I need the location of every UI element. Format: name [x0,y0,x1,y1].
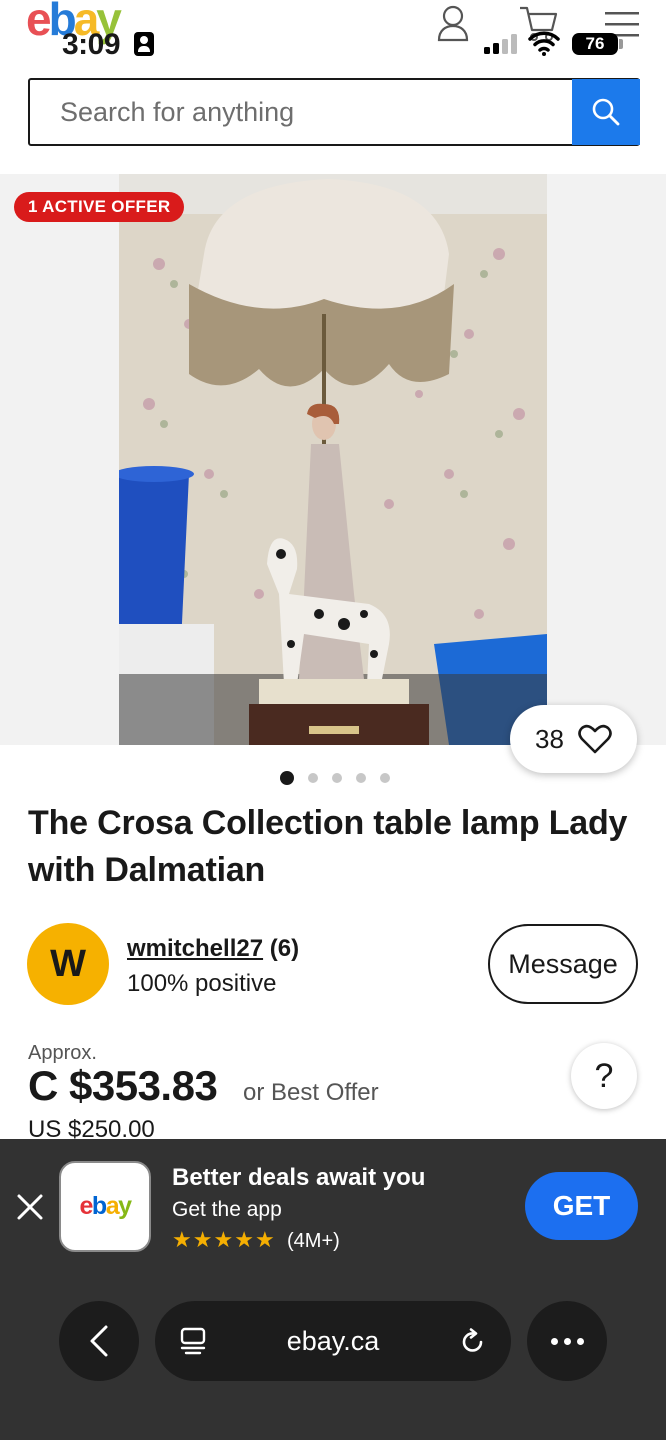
seller-avatar[interactable]: W [27,923,109,1005]
listing-title: The Crosa Collection table lamp Lady wit… [28,804,628,889]
browser-back-button[interactable] [59,1301,139,1381]
gallery-pagination[interactable] [0,770,666,786]
focus-mode-icon [134,32,154,56]
gallery-dot[interactable] [380,773,390,783]
price-amount: C $353.83 [28,1062,218,1109]
wifi-icon [528,31,560,56]
seller-feedback-count: (6) [269,935,300,962]
cellular-signal-icon [484,34,517,54]
close-icon[interactable] [14,1191,46,1223]
banner-title: Better deals await you [172,1164,426,1191]
search-icon [592,98,620,126]
seller-feedback-percent: 100% positive [127,970,277,997]
header: ebay 3:09 76 [0,0,666,70]
gallery-dot[interactable] [332,773,342,783]
star-icon: ★ [172,1227,192,1252]
product-photo[interactable] [119,174,547,745]
star-icon: ★ [213,1227,234,1252]
seller-info: wmitchell27 (6) [127,935,299,963]
search-button[interactable] [572,79,640,145]
app-logo-letter-b: b [91,1192,107,1220]
user-icon[interactable] [436,4,470,42]
battery-cap [619,39,623,49]
star-icon: ★ [234,1227,254,1252]
app-logo-letter-e: e [79,1192,94,1220]
message-seller-button[interactable]: Message [488,924,638,1004]
reload-icon[interactable] [459,1328,487,1356]
gallery-dot[interactable] [308,773,318,783]
banner-subtitle: Get the app [172,1198,282,1221]
search-bar [28,78,640,146]
watch-count: 38 [535,723,564,754]
star-icon: ★ [192,1227,213,1252]
chevron-left-icon [90,1325,108,1357]
more-dot [576,1337,584,1345]
gallery-dot[interactable] [280,771,294,785]
gallery-dot[interactable] [356,773,366,783]
app-logo-letter-a: a [105,1192,120,1220]
watch-button[interactable]: 38 [510,705,637,773]
search-input[interactable] [30,80,572,144]
best-offer-label: or Best Offer [243,1079,379,1106]
battery-indicator: 76 [572,33,618,55]
browser-address-bar[interactable]: ebay.ca [155,1301,511,1381]
app-rating-stars: ★ ★ ★ ★ ★ [172,1226,275,1254]
help-button[interactable]: ? [571,1043,637,1109]
get-app-button[interactable]: GET [525,1172,638,1240]
seller-username-link[interactable]: wmitchell27 [127,935,263,962]
heart-icon [578,724,612,754]
logo-letter-e: e [26,0,52,45]
active-offer-badge: 1 ACTIVE OFFER [14,192,185,222]
more-options-button[interactable] [527,1301,607,1381]
browser-url: ebay.ca [286,1326,380,1356]
app-logo-letter-y: y [118,1192,132,1220]
app-rating-count: (4M+) [287,1230,340,1252]
ebay-app-icon: ebay [59,1161,151,1252]
product-image-gallery[interactable] [0,174,666,745]
star-icon: ★ [254,1227,275,1252]
more-dot [550,1337,558,1345]
status-time: 3:09 [62,28,121,61]
more-dot [563,1337,571,1345]
